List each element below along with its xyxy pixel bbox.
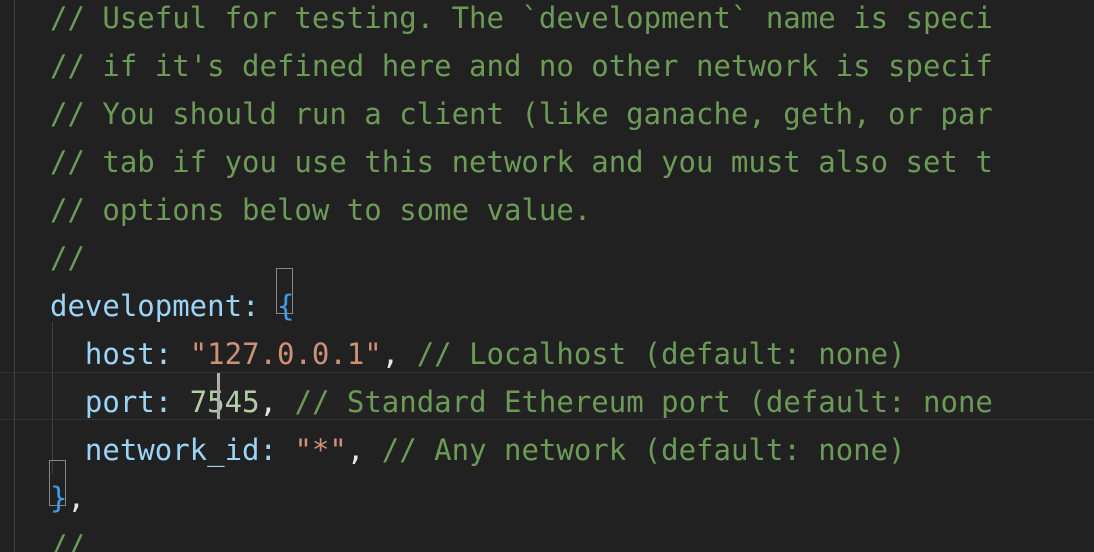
code-line-text: host: "127.0.0.1", // Localhost (default… xyxy=(0,330,1094,378)
code-line[interactable]: // xyxy=(0,234,1094,282)
token-comment: // Any network (default: none) xyxy=(381,433,906,467)
code-line[interactable]: // Useful for testing. The `development`… xyxy=(0,0,1094,42)
token-comment: // Standard Ethereum port (default: none xyxy=(294,385,993,419)
code-line-text: // You should run a client (like ganache… xyxy=(0,90,1094,138)
code-line[interactable]: // You should run a client (like ganache… xyxy=(0,90,1094,138)
token-punctuation: , xyxy=(259,385,278,419)
token-property: port: xyxy=(84,385,173,419)
code-line[interactable]: development: { xyxy=(0,268,1094,330)
code-line-text: // xyxy=(0,234,1094,282)
code-line-text: port: 7545, // Standard Ethereum port (d… xyxy=(0,378,1094,426)
token-property: host: xyxy=(84,337,173,371)
code-line[interactable]: // if it's defined here and no other net… xyxy=(0,42,1094,90)
token-comment: // options below to some value. xyxy=(50,193,592,227)
text-cursor xyxy=(217,373,220,419)
token-comment: // Localhost (default: none) xyxy=(416,337,906,371)
token-property: development: xyxy=(50,289,260,323)
code-line[interactable]: // options below to some value. xyxy=(0,186,1094,234)
token-number: 7545 xyxy=(189,385,260,419)
token-comment: // xyxy=(50,529,85,552)
code-line-text: development: { xyxy=(0,268,1094,330)
code-line[interactable]: port: 7545, // Standard Ethereum port (d… xyxy=(0,378,1094,426)
token-comment: // xyxy=(50,241,85,275)
code-line-text: }, xyxy=(0,460,1094,522)
token-punctuation: , xyxy=(67,481,85,515)
token-comment: // tab if you use this network and you m… xyxy=(50,145,993,179)
code-line-text: // options below to some value. xyxy=(0,186,1094,234)
token-string: "127.0.0.1" xyxy=(189,337,382,371)
code-line[interactable]: // tab if you use this network and you m… xyxy=(0,138,1094,186)
bracket-match-close-icon: } xyxy=(48,460,67,522)
code-line[interactable]: }, xyxy=(0,460,1094,522)
token-property: network_id: xyxy=(84,433,277,467)
code-line-text: // if it's defined here and no other net… xyxy=(0,42,1094,90)
token-punctuation: , xyxy=(381,337,400,371)
token-comment: // if it's defined here and no other net… xyxy=(50,49,993,83)
code-editor[interactable]: // Useful for testing. The `development`… xyxy=(0,0,1094,552)
token-comment: // Useful for testing. The `development`… xyxy=(50,1,993,35)
code-line[interactable]: host: "127.0.0.1", // Localhost (default… xyxy=(0,330,1094,378)
bracket-match-open-icon: { xyxy=(275,268,294,330)
code-line-text: // xyxy=(0,522,1094,552)
token-string: "*" xyxy=(294,433,347,467)
token-punctuation: , xyxy=(346,433,365,467)
code-line-text: // Useful for testing. The `development`… xyxy=(0,0,1094,42)
code-line-text: network_id: "*", // Any network (default… xyxy=(0,426,1094,474)
code-line[interactable]: network_id: "*", // Any network (default… xyxy=(0,426,1094,474)
code-line-text: // tab if you use this network and you m… xyxy=(0,138,1094,186)
code-line[interactable]: // xyxy=(0,522,1094,552)
token-comment: // You should run a client (like ganache… xyxy=(50,97,993,131)
